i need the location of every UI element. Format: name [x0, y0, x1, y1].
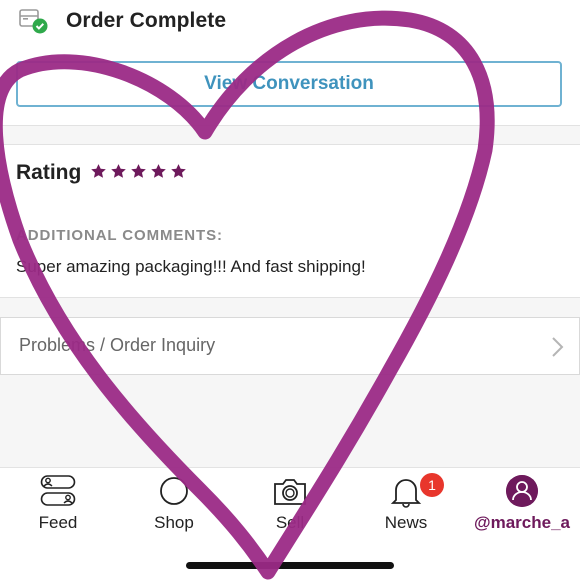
tab-label: News: [384, 513, 428, 532]
bell-icon: [390, 479, 422, 508]
star-icon: [131, 164, 146, 178]
rating-stars: [90, 163, 187, 180]
feed-icon: [40, 475, 76, 506]
star-icon: [151, 164, 166, 178]
comments-heading: ADDITIONAL COMMENTS:: [16, 227, 223, 244]
order-inquiry-label: Problems / Order Inquiry: [19, 335, 216, 355]
star-icon: [111, 164, 126, 178]
order-inquiry-row[interactable]: Problems / Order Inquiry: [0, 317, 580, 375]
avatar-icon: [506, 475, 538, 507]
order-status-title: Order Complete: [66, 9, 227, 32]
view-conversation-button[interactable]: View Conversation: [16, 61, 562, 107]
shop-icon: [160, 477, 188, 505]
package-check-icon: [19, 9, 48, 34]
section-divider: [0, 297, 580, 318]
page-background: [0, 375, 580, 467]
star-icon: [91, 164, 106, 178]
tab-label: Sell: [275, 513, 305, 532]
section-divider: [0, 125, 580, 145]
tab-shop[interactable]: Shop: [116, 468, 232, 548]
tab-label: Feed: [38, 513, 78, 532]
comments-text: Super amazing packaging!!! And fast ship…: [16, 257, 366, 276]
notification-badge: 1: [420, 473, 444, 497]
tab-news[interactable]: 1 News: [348, 468, 464, 548]
star-icon: [171, 164, 186, 178]
chevron-right-icon: [552, 337, 564, 357]
tab-sell[interactable]: Sell: [232, 468, 348, 548]
camera-icon: [274, 479, 306, 505]
tab-label: @marche_a: [474, 513, 570, 532]
tab-feed[interactable]: Feed: [0, 468, 116, 548]
rating-label: Rating: [16, 161, 82, 184]
tab-label: Shop: [154, 513, 194, 532]
tab-profile[interactable]: @marche_a: [464, 468, 580, 548]
order-status-header: Order Complete: [0, 0, 580, 44]
home-indicator: [186, 562, 394, 569]
